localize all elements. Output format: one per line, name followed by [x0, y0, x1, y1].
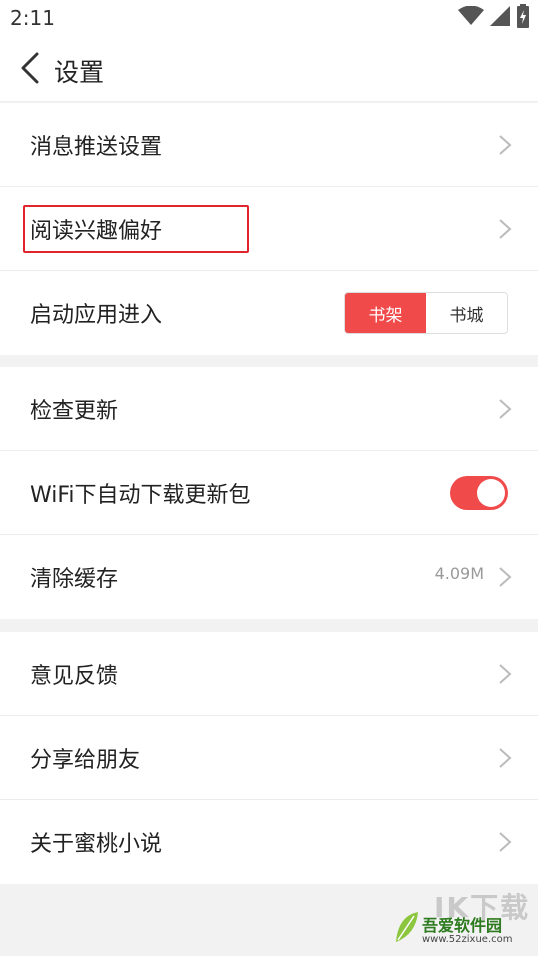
- row-check-update[interactable]: 检查更新: [0, 367, 538, 451]
- row-label: 清除缓存: [30, 567, 119, 592]
- row-reading-interest[interactable]: 阅读兴趣偏好: [0, 187, 538, 271]
- row-about-app[interactable]: 关于蜜桃小说: [0, 800, 538, 884]
- wifi-icon: [458, 5, 484, 30]
- chevron-right-icon: [498, 566, 512, 588]
- row-label: 消息推送设置: [30, 134, 163, 160]
- chevron-right-icon: [498, 747, 512, 769]
- status-icons: [458, 4, 530, 32]
- segment-bookshelf[interactable]: 书架: [345, 293, 426, 333]
- row-launch-entry: 启动应用进入 书架 书城: [0, 271, 538, 355]
- row-label: 启动应用进入: [30, 303, 163, 328]
- settings-group-general: 消息推送设置 阅读兴趣偏好 启动应用进入 书架 书城: [0, 103, 538, 355]
- row-label: 检查更新: [30, 398, 119, 424]
- segment-bookstore[interactable]: 书城: [426, 293, 507, 333]
- leaf-logo-icon: [394, 910, 420, 948]
- settings-group-about: 意见反馈 分享给朋友 关于蜜桃小说: [0, 632, 538, 884]
- chevron-right-icon: [498, 398, 512, 420]
- watermark-brand: 吾爱软件园: [422, 916, 503, 935]
- wifi-auto-download-toggle[interactable]: [450, 476, 508, 510]
- toggle-knob: [477, 479, 505, 507]
- row-feedback[interactable]: 意见反馈: [0, 632, 538, 716]
- watermark-url: www.52zixue.com: [422, 934, 513, 945]
- row-share-friends[interactable]: 分享给朋友: [0, 716, 538, 800]
- battery-icon: [516, 4, 530, 32]
- launch-segmented-control: 书架 书城: [344, 292, 508, 334]
- chevron-right-icon: [498, 663, 512, 685]
- page-title: 设置: [54, 58, 105, 87]
- settings-group-update: 检查更新 WiFi下自动下载更新包 清除缓存 4.09M: [0, 367, 538, 619]
- row-clear-cache[interactable]: 清除缓存 4.09M: [0, 535, 538, 619]
- chevron-right-icon: [498, 134, 512, 156]
- status-bar: 2:11: [0, 0, 538, 38]
- signal-icon: [490, 6, 510, 30]
- chevron-right-icon: [498, 831, 512, 853]
- row-label: WiFi下自动下载更新包: [30, 482, 251, 508]
- settings-screen: 2:11 设置 消息推送设置 阅读兴趣偏好 启动应用进入 书架 书城 检查更新 …: [0, 0, 538, 956]
- row-push-settings[interactable]: 消息推送设置: [0, 103, 538, 187]
- row-label: 关于蜜桃小说: [30, 832, 163, 857]
- row-label: 分享给朋友: [30, 747, 141, 773]
- chevron-left-icon: [20, 52, 40, 88]
- row-label: 阅读兴趣偏好: [30, 218, 163, 244]
- cache-size-value: 4.09M: [434, 564, 484, 583]
- row-label: 意见反馈: [30, 663, 119, 689]
- row-wifi-auto-download: WiFi下自动下载更新包: [0, 451, 538, 535]
- back-button[interactable]: [12, 50, 48, 90]
- chevron-right-icon: [498, 218, 512, 240]
- status-time: 2:11: [10, 6, 55, 30]
- watermark: IK下载 吾爱软件园 www.52zixue.com: [392, 891, 532, 952]
- app-bar: 设置: [0, 38, 538, 102]
